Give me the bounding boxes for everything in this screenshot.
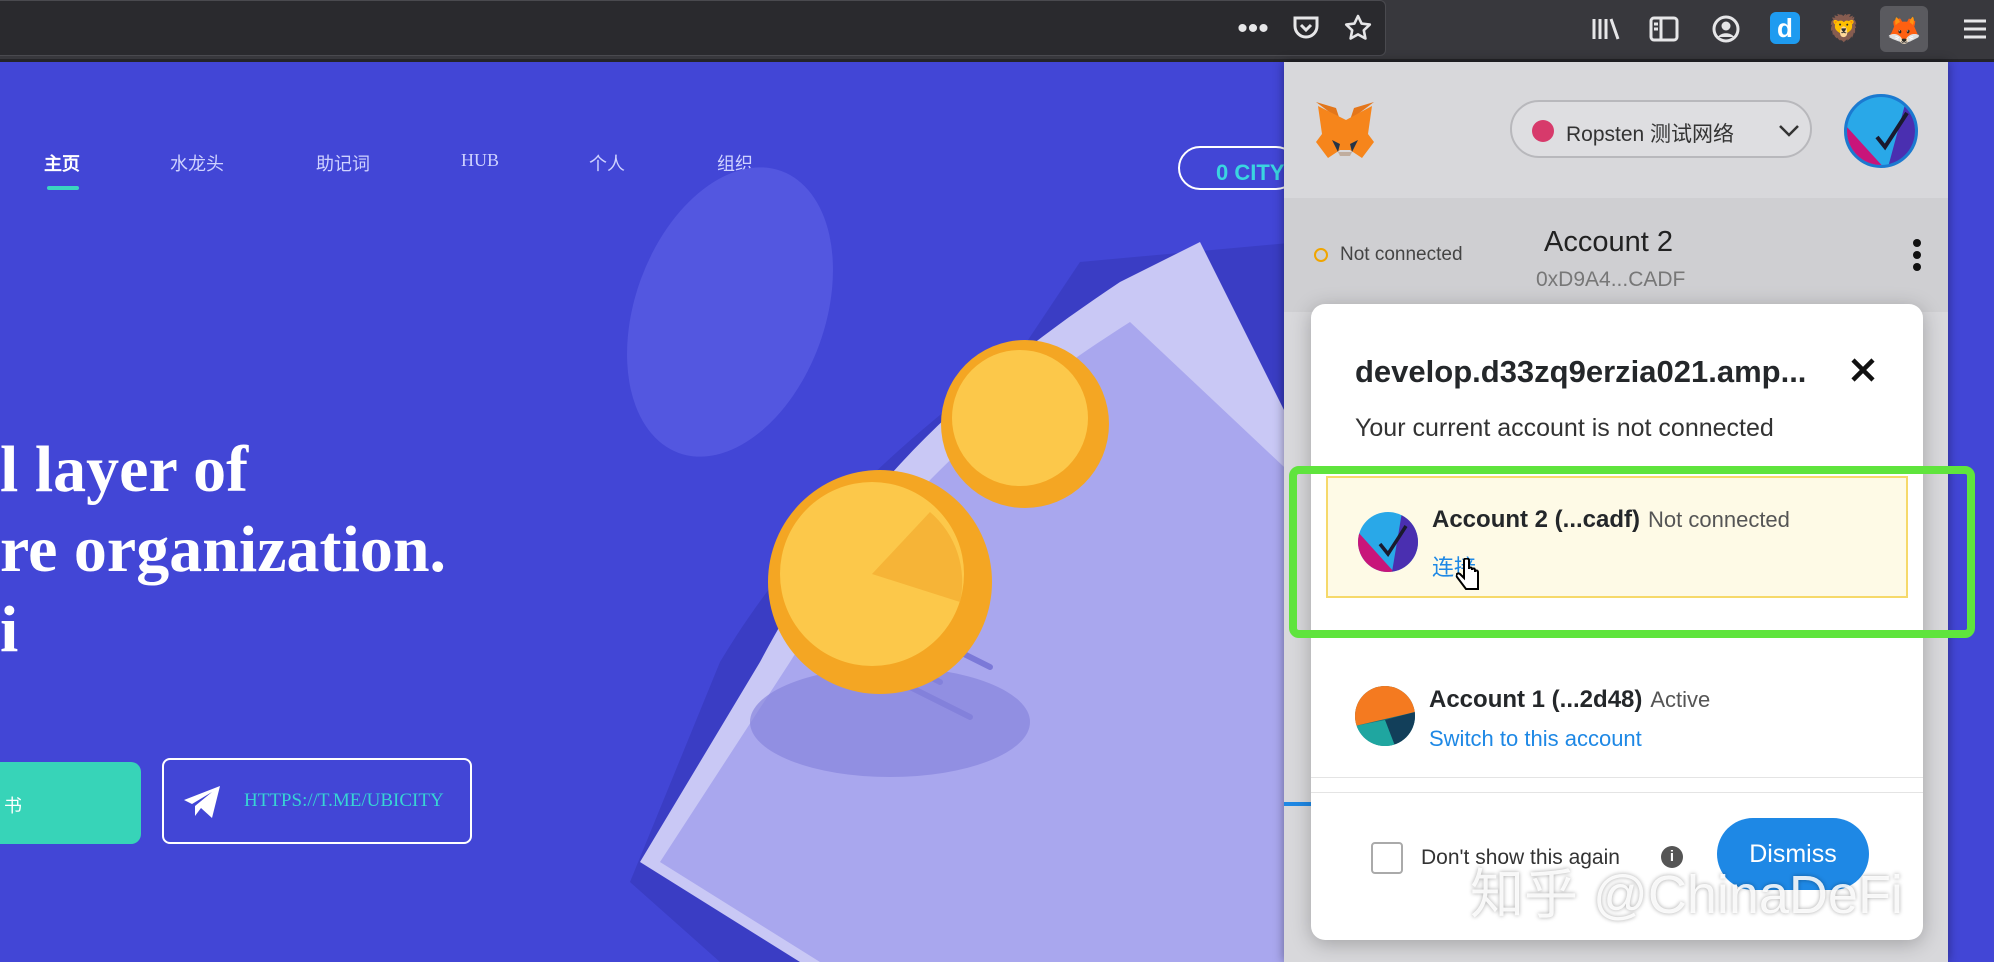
connection-status-dot [1314, 248, 1328, 262]
account-1-avatar [1355, 686, 1415, 746]
account-row-1[interactable]: Account 1 (...2d48) Active Switch to this… [1311, 650, 1923, 778]
metamask-logo-icon [1316, 102, 1374, 158]
hero-line-2: re organization. [0, 513, 447, 586]
nav-hub[interactable]: HUB [461, 150, 499, 171]
hero-line-3: i [0, 593, 19, 666]
switch-account-link[interactable]: Switch to this account [1429, 726, 1642, 752]
account-address[interactable]: 0xD9A4...CADF [1536, 268, 1685, 292]
account-2-status: Not connected [1648, 507, 1790, 532]
url-bar[interactable] [0, 0, 1386, 56]
metamask-fox-icon[interactable]: 🦊 [1880, 6, 1928, 52]
dont-show-checkbox[interactable] [1371, 842, 1403, 874]
telegram-link-label: HTTPS://T.ME/UBICITY [244, 790, 444, 811]
chevron-down-icon [1779, 125, 1799, 137]
sidebar-icon[interactable] [1648, 14, 1680, 44]
network-selector[interactable]: Ropsten 测试网络 [1510, 100, 1812, 158]
account-avatar[interactable] [1844, 94, 1918, 168]
library-icon[interactable] [1590, 14, 1622, 44]
network-name: Ropsten 测试网络 [1566, 123, 1735, 146]
telegram-icon [184, 786, 220, 818]
account-row-2[interactable]: Account 2 (...cadf) Not connected 连接 [1326, 476, 1908, 598]
watermark: 知乎 @ChinaDeFi [1470, 865, 1903, 925]
connection-status[interactable]: Not connected [1340, 244, 1463, 266]
more-actions-icon[interactable]: ••• [1236, 12, 1270, 45]
modal-subtitle: Your current account is not connected [1355, 414, 1774, 442]
account-bar: Not connected Account 2 0xD9A4...CADF [1284, 198, 1948, 312]
account-1-status: Active [1650, 687, 1711, 712]
bookmark-star-icon[interactable] [1342, 12, 1374, 44]
hero-illustration [627, 167, 1300, 962]
tab-indicator [1284, 802, 1314, 806]
hero-line-1: l layer of [0, 433, 249, 506]
network-status-dot [1532, 120, 1554, 142]
nav-home[interactable]: 主页 [44, 150, 80, 176]
account-name[interactable]: Account 2 [1544, 226, 1673, 259]
hand-cursor-icon [1456, 558, 1479, 590]
pocket-icon[interactable] [1290, 12, 1322, 44]
kebab-menu-icon[interactable] [1912, 238, 1922, 272]
nav-active-underline [47, 186, 79, 190]
account-icon[interactable] [1710, 14, 1742, 44]
whitepaper-button[interactable]: 书 [0, 762, 141, 844]
close-icon[interactable] [1849, 356, 1877, 384]
connect-account-modal: develop.d33zq9erzia021.amp... Your curre… [1311, 304, 1923, 940]
telegram-button[interactable]: HTTPS://T.ME/UBICITY [162, 758, 472, 844]
modal-divider [1311, 792, 1923, 793]
whitepaper-label: 书 [4, 796, 22, 816]
browser-toolbar: ••• d 🦁 🦊 [0, 0, 1994, 62]
d-extension-icon[interactable]: d [1770, 12, 1800, 44]
menu-icon[interactable] [1960, 14, 1990, 44]
account-1-name: Account 1 (...2d48) Active [1429, 686, 1711, 713]
metamask-header: Ropsten 测试网络 [1284, 62, 1948, 198]
account-2-avatar [1358, 512, 1418, 572]
modal-site-title: develop.d33zq9erzia021.amp... [1355, 354, 1807, 389]
extension-icon[interactable]: 🦁 [1828, 12, 1860, 44]
account-2-name: Account 2 (...cadf) Not connected [1432, 506, 1790, 533]
nav-faucet[interactable]: 水龙头 [170, 150, 224, 176]
nav-mnemonic[interactable]: 助记词 [316, 150, 370, 176]
